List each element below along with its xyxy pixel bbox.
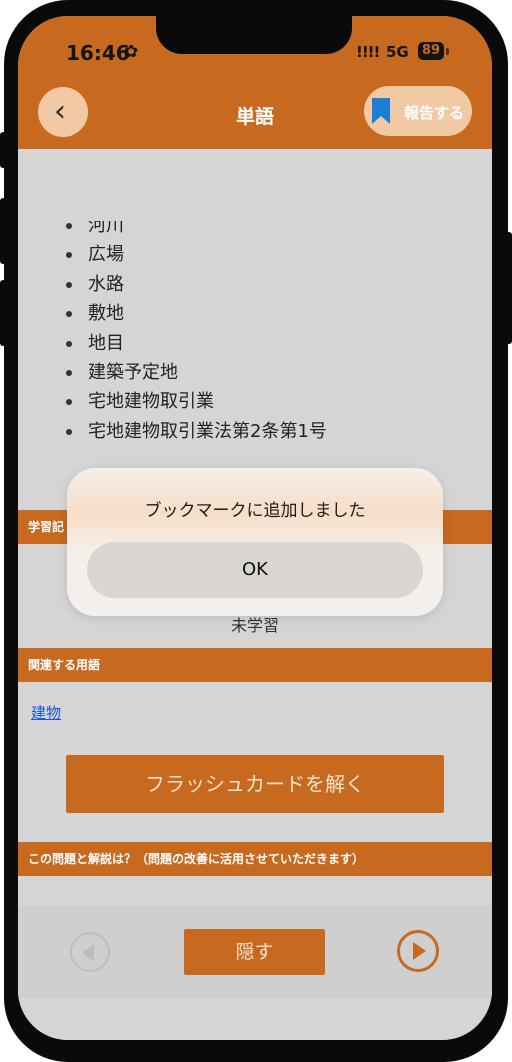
play-right-icon [413, 942, 426, 960]
bookmark-icon [372, 98, 390, 124]
notch [156, 16, 352, 54]
side-button-volume-up [0, 198, 6, 264]
side-button-power [506, 232, 512, 344]
related-term-link[interactable]: 建物 [31, 702, 61, 723]
word-list: 河川 広場 水路 敷地 地目 建築予定地 宅地建物取引業 宅地建物取引業法第2条… [66, 211, 327, 446]
list-item: 敷地 [66, 299, 327, 328]
ok-button[interactable]: OK [87, 542, 423, 598]
bookmark-alert-dialog: ブックマークに追加しました OK [67, 468, 443, 616]
battery-tip [446, 48, 449, 55]
battery-icon: 89 [418, 42, 444, 60]
play-left-icon [82, 944, 94, 962]
network-type: 5G [386, 43, 409, 61]
hide-button[interactable]: 隠す [184, 929, 325, 975]
list-item: 広場 [66, 240, 327, 269]
list-item: 宅地建物取引業 [66, 387, 327, 416]
list-item: 地目 [66, 329, 327, 358]
section-header-related-terms: 関連する用語 [18, 648, 492, 682]
report-label: 報告する [404, 104, 465, 122]
dialog-message: ブックマークに追加しました [144, 501, 366, 521]
gear-icon: ✿ [124, 42, 139, 62]
app-header: 16:46 ✿ !!!! 5G 89 ‹ 単語 報告する [18, 16, 492, 149]
screen: 河川 広場 水路 敷地 地目 建築予定地 宅地建物取引業 宅地建物取引業法第2条… [18, 16, 492, 1040]
status-time: 16:46 [66, 41, 130, 65]
list-item: 水路 [66, 270, 327, 299]
flashcard-button[interactable]: フラッシュカードを解く [66, 755, 444, 813]
report-button[interactable]: 報告する [364, 86, 472, 136]
previous-button[interactable] [70, 932, 110, 972]
side-button-volume-down [0, 280, 6, 346]
list-scroll-mask [18, 149, 492, 221]
side-button-mute [0, 132, 6, 168]
signal-icon: !!!! [356, 43, 380, 61]
section-header-feedback: この問題と解説は？（問題の改善に活用させていただきます） [18, 842, 492, 876]
list-item: 建築予定地 [66, 358, 327, 387]
list-item: 宅地建物取引業法第2条第1号 [66, 417, 327, 446]
phone-frame: 河川 広場 水路 敷地 地目 建築予定地 宅地建物取引業 宅地建物取引業法第2条… [0, 0, 512, 1062]
next-button[interactable] [397, 930, 439, 972]
